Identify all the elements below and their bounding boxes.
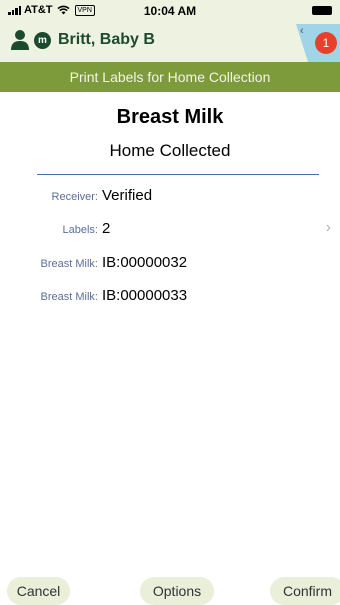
receiver-value: Verified (102, 187, 153, 204)
breast-milk-row: Breast Milk: IB:00000032 (0, 252, 340, 276)
breast-milk-value: IB:00000033 (102, 287, 188, 304)
status-bar: AT&T VPN 10:04 AM (0, 0, 340, 22)
nav-title: Print Labels for Home Collection (69, 69, 271, 85)
notification-tab[interactable]: ‹ 1 (296, 24, 340, 62)
receiver-row: Receiver: Verified (0, 185, 340, 209)
status-time: 10:04 AM (143, 4, 197, 18)
divider (37, 174, 319, 175)
breast-milk-row: Breast Milk: IB:00000033 (0, 285, 340, 309)
battery-icon (312, 6, 332, 15)
labels-label: Labels: (62, 224, 98, 236)
notification-badge: 1 (315, 32, 337, 54)
receiver-label: Receiver: (51, 191, 98, 203)
cancel-button[interactable]: Cancel (7, 577, 70, 605)
page-subtitle: Home Collected (109, 141, 231, 160)
bottom-toolbar: Cancel Options Confirm (0, 576, 340, 605)
chevron-right-icon: › (325, 219, 331, 236)
patient-banner[interactable]: m Britt, Baby B (10, 27, 155, 53)
options-button[interactable]: Options (140, 577, 214, 605)
breast-milk-label: Breast Milk: (40, 291, 98, 303)
labels-row[interactable]: Labels: 2 › (0, 218, 340, 242)
person-icon (11, 30, 29, 50)
patient-status-badge: m (34, 31, 51, 49)
confirm-button[interactable]: Confirm (270, 577, 340, 605)
breast-milk-value: IB:00000032 (102, 254, 188, 271)
chevron-left-icon: ‹ (300, 25, 304, 37)
nav-title-bar: Print Labels for Home Collection (0, 62, 340, 92)
labels-value: 2 (102, 220, 111, 237)
patient-name: Britt, Baby B (58, 31, 155, 48)
page-title: Breast Milk (116, 106, 224, 128)
app-header: AT&T VPN 10:04 AM m Britt, Baby B ‹ 1 (0, 0, 340, 62)
breast-milk-label: Breast Milk: (40, 258, 98, 270)
